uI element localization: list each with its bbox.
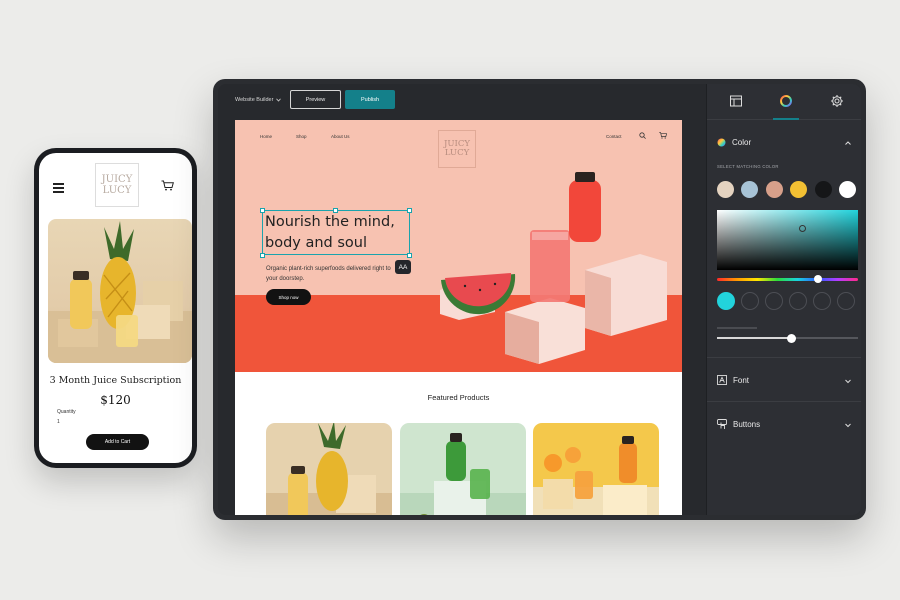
phone-logo-line1: JUICY <box>101 174 133 185</box>
product-card[interactable] <box>533 423 659 515</box>
text-style-tool[interactable]: AA <box>395 260 411 274</box>
site-logo-line2: LUCY <box>444 148 470 158</box>
resize-handle[interactable] <box>407 253 412 258</box>
opacity-label-bar <box>717 327 757 329</box>
chevron-down-icon[interactable] <box>844 421 852 429</box>
opacity-slider-remaining <box>792 337 858 339</box>
preview-button[interactable]: Preview <box>290 90 341 109</box>
nav-shop[interactable]: Shop <box>296 134 307 139</box>
editor-screen: Website Builder Preview Publish Home Sho… <box>218 84 861 515</box>
recent-color-empty[interactable] <box>741 292 759 310</box>
hue-slider[interactable] <box>717 278 858 281</box>
resize-handle[interactable] <box>333 208 338 213</box>
hamburger-icon[interactable] <box>53 183 64 195</box>
cart-icon[interactable] <box>161 180 174 191</box>
site-logo-line1: JUICY <box>443 138 471 149</box>
color-section-header[interactable]: Color <box>717 138 751 147</box>
color-swatch-beige[interactable] <box>717 181 734 198</box>
publish-button[interactable]: Publish <box>345 90 395 109</box>
font-section-header[interactable]: Font <box>717 375 749 385</box>
juice-still-life-illustration <box>440 172 667 364</box>
color-swatch-white[interactable] <box>839 181 856 198</box>
product-price: $120 <box>100 393 131 407</box>
divider <box>707 357 861 358</box>
color-swatch-blue[interactable] <box>741 181 758 198</box>
product-card[interactable] <box>400 423 526 515</box>
phone-logo[interactable]: JUICY LUCY <box>95 163 139 207</box>
recent-color-empty[interactable] <box>813 292 831 310</box>
color-section-label: Color <box>732 138 752 147</box>
recent-color-empty[interactable] <box>765 292 783 310</box>
nav-home[interactable]: Home <box>260 134 272 139</box>
chevron-up-icon[interactable] <box>844 139 852 147</box>
recent-color-empty[interactable] <box>789 292 807 310</box>
shop-now-button[interactable]: Shop now <box>266 289 311 305</box>
site-logo[interactable]: JUICY LUCY <box>438 130 476 168</box>
product-image[interactable] <box>48 219 192 363</box>
phone-mockup: JUICY LUCY 3 Month Juice Subscription $12… <box>34 148 197 468</box>
font-section-label: Font <box>733 375 750 385</box>
site-selector[interactable]: Website Builder <box>235 97 282 103</box>
buttons-section-label: Buttons <box>733 420 761 429</box>
phone-screen: JUICY LUCY 3 Month Juice Subscription $12… <box>39 153 192 463</box>
color-dot-icon <box>717 138 726 147</box>
nav-contact[interactable]: Contact <box>606 134 622 139</box>
chevron-down-icon[interactable] <box>844 377 852 385</box>
resize-handle[interactable] <box>407 208 412 213</box>
hero-subtitle[interactable]: Organic plant-rich superfoods delivered … <box>266 264 396 284</box>
featured-products-title[interactable]: Featured Products <box>235 393 682 402</box>
product-card[interactable] <box>266 423 392 515</box>
active-tab-indicator <box>773 118 799 120</box>
hero-title[interactable]: Nourish the mind, body and soul <box>265 212 408 254</box>
divider <box>707 401 861 402</box>
hero-section[interactable]: Home Shop About Us JUICY LUCY Contact No… <box>235 120 682 372</box>
color-picker-cursor[interactable] <box>799 225 806 232</box>
recent-color-empty[interactable] <box>837 292 855 310</box>
quantity-label: Quantity <box>57 409 76 415</box>
resize-handle[interactable] <box>260 253 265 258</box>
color-swatch-terracotta[interactable] <box>766 181 783 198</box>
tablet-mockup: Website Builder Preview Publish Home Sho… <box>213 79 866 520</box>
add-to-cart-button[interactable]: Add to Cart <box>86 434 149 450</box>
settings-icon[interactable] <box>829 93 845 109</box>
pointer-hand-icon <box>717 419 727 429</box>
color-swatch-black[interactable] <box>815 181 832 198</box>
buttons-section-header[interactable]: Buttons <box>717 419 760 430</box>
color-picker-field[interactable] <box>717 210 858 270</box>
select-color-label: SELECT MATCHING COLOR <box>717 164 779 169</box>
nav-about-us[interactable]: About Us <box>331 134 350 139</box>
green-juice-product-image <box>400 433 526 515</box>
site-selector-label: Website Builder <box>235 97 274 103</box>
phone-logo-line2: LUCY <box>102 185 132 196</box>
resize-handle[interactable] <box>260 208 265 213</box>
website-canvas[interactable]: Home Shop About Us JUICY LUCY Contact No… <box>235 120 682 515</box>
quantity-value[interactable]: 1 <box>57 419 60 425</box>
cart-icon[interactable] <box>659 132 667 139</box>
color-wheel-icon[interactable] <box>778 93 794 109</box>
pineapple-juice-illustration <box>48 221 192 363</box>
recent-color-cyan[interactable] <box>717 292 735 310</box>
chevron-down-icon <box>276 98 282 102</box>
orange-juice-product-image <box>533 436 659 515</box>
color-swatch-yellow[interactable] <box>790 181 807 198</box>
design-panel: Color SELECT MATCHING COLOR Font Buttons <box>706 84 861 515</box>
panel-tabs <box>707 84 861 120</box>
font-icon <box>717 375 727 385</box>
product-title: 3 Month Juice Subscription <box>49 375 182 386</box>
editor-toolbar: Website Builder Preview Publish <box>218 84 706 120</box>
pineapple-product-image <box>266 423 392 515</box>
search-icon[interactable] <box>639 132 646 139</box>
hue-slider-handle[interactable] <box>814 275 822 283</box>
layout-icon[interactable] <box>728 93 744 109</box>
opacity-slider-handle[interactable] <box>787 334 796 343</box>
